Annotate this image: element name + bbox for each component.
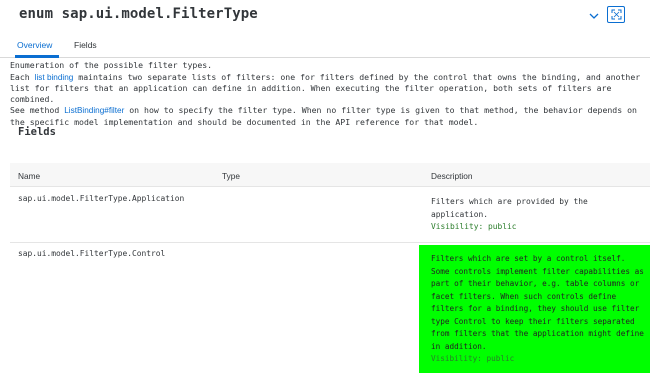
tab-fields[interactable]: Fields [74,40,97,50]
table-row: sap.ui.model.FilterType.Application Filt… [10,187,650,243]
description-text: Filters which are set by a control itsel… [431,254,644,351]
field-description: Filters which are provided by the applic… [431,196,641,234]
field-name: sap.ui.model.FilterType.Control [18,249,166,258]
listbinding-filter-link[interactable]: ListBinding#filter [64,106,124,115]
column-header-description: Description [431,171,473,181]
tab-overview[interactable]: Overview [17,40,52,50]
visibility-label: Visibility: public [431,222,517,232]
summary-text: Each [10,71,35,82]
chevron-down-icon[interactable] [587,8,601,22]
column-header-type: Type [222,171,240,181]
page-title: enum sap.ui.model.FilterType [19,6,258,22]
active-tab-indicator [15,55,59,58]
field-description: Filters which are set by a control itsel… [431,253,647,366]
expand-icon[interactable] [607,6,625,23]
tab-bar: Overview Fields [0,34,650,58]
summary-text: maintains two separate lists of filters:… [10,71,641,104]
list-binding-link[interactable]: list binding [35,73,74,82]
summary-text: See method [10,105,65,115]
visibility-label: Visibility: public [431,354,515,363]
summary-line: Enumeration of the possible filter types… [10,60,213,70]
summary-paragraph: See method ListBinding#filter on how to … [10,105,648,127]
summary-paragraph: Each list binding maintains two separate… [10,72,648,105]
overview-summary: Enumeration of the possible filter types… [10,60,648,128]
fields-section-title: Fields [18,126,56,138]
table-header: Name Type Description [10,163,650,187]
description-text: Filters which are provided by the applic… [431,197,588,219]
column-header-name: Name [18,171,41,181]
highlighted-description: Filters which are set by a control itsel… [419,245,650,373]
field-name: sap.ui.model.FilterType.Application [18,194,185,203]
